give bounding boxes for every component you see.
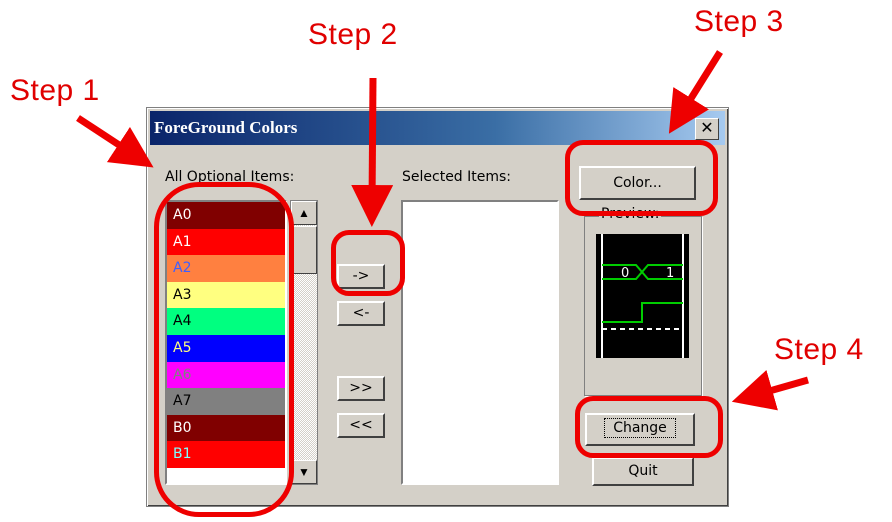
annotation-arrows [76, 50, 809, 411]
step2-arrow [351, 77, 394, 227]
step1-arrow [76, 115, 154, 168]
step3-arrow [668, 50, 723, 134]
step4-arrow [731, 370, 809, 411]
